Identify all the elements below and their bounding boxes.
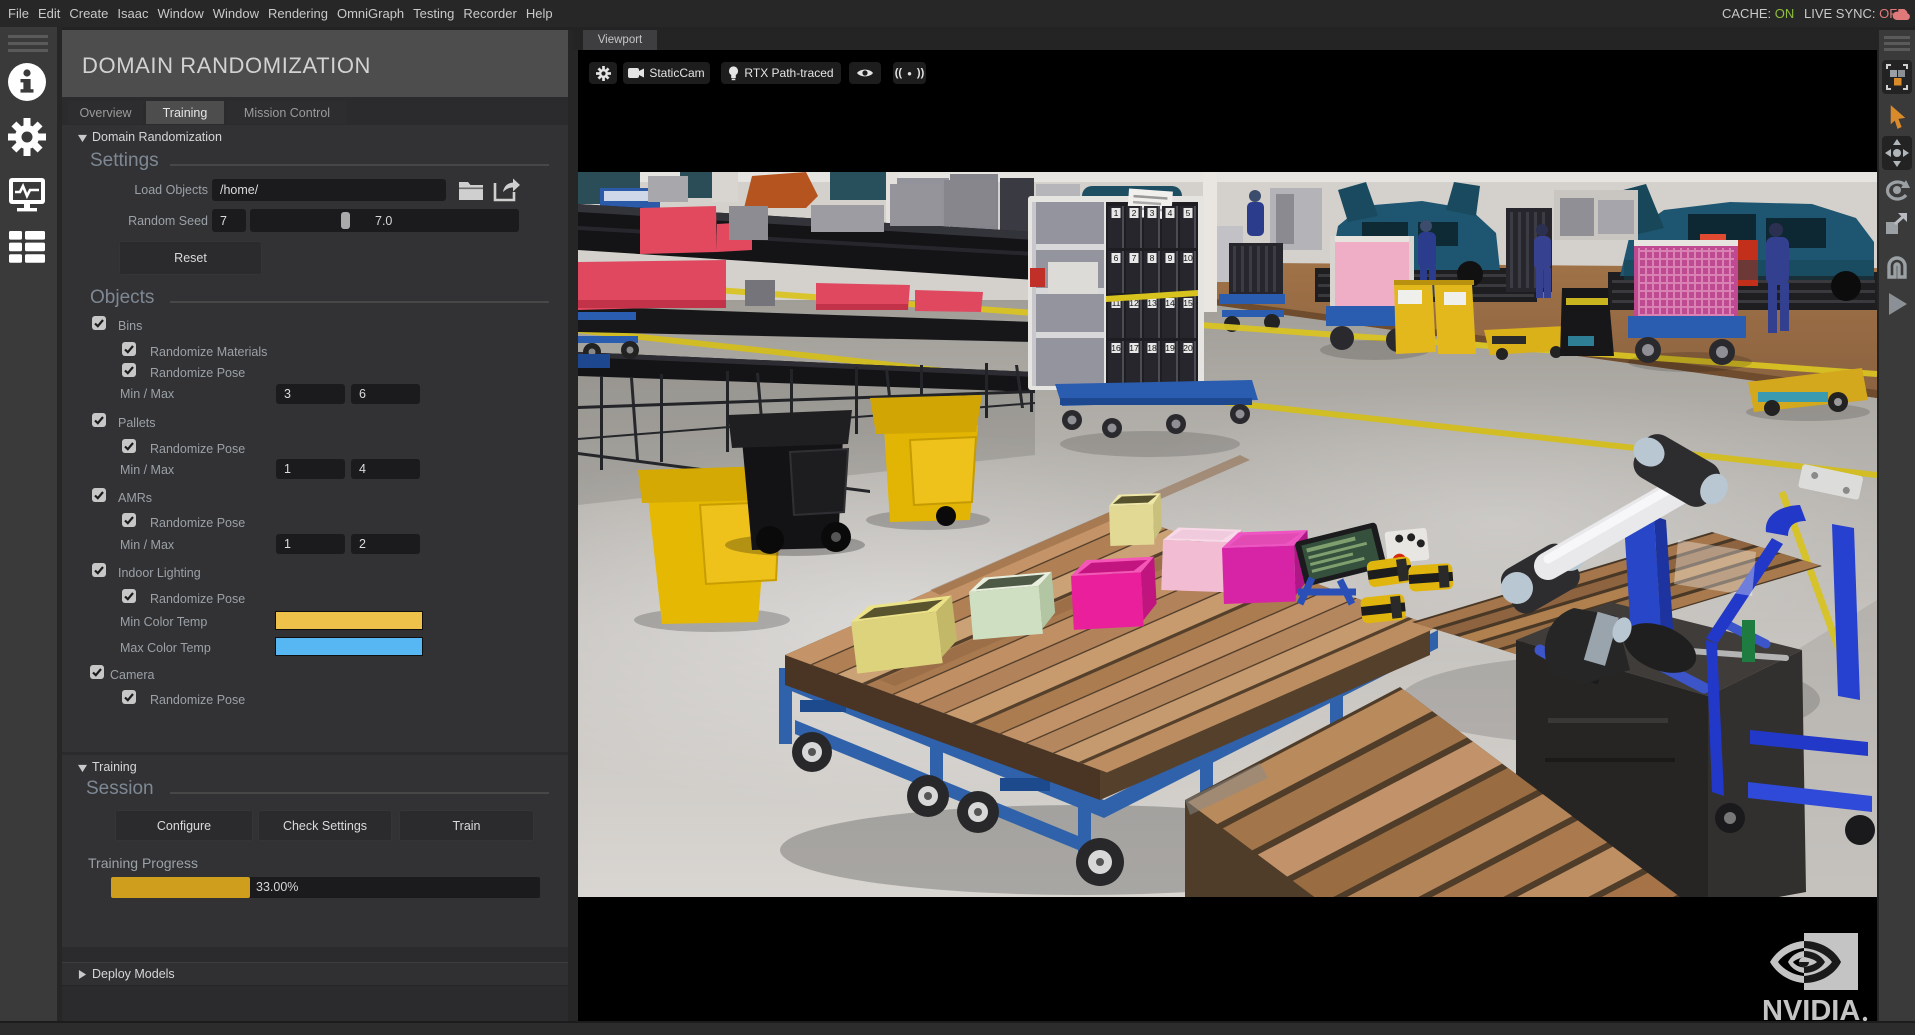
- svg-text:14: 14: [1165, 298, 1175, 308]
- svg-text:19: 19: [1165, 343, 1175, 353]
- svg-text:9: 9: [1168, 253, 1173, 263]
- svg-text:20: 20: [1183, 343, 1193, 353]
- svg-text:5: 5: [1186, 208, 1191, 218]
- svg-text:8: 8: [1150, 253, 1155, 263]
- svg-text:16: 16: [1111, 343, 1121, 353]
- svg-text:7: 7: [1132, 253, 1137, 263]
- svg-text:2: 2: [1132, 208, 1137, 218]
- svg-text:17: 17: [1129, 343, 1139, 353]
- svg-text:13: 13: [1147, 298, 1157, 308]
- svg-text:4: 4: [1168, 208, 1173, 218]
- svg-text:10: 10: [1183, 253, 1193, 263]
- svg-text:18: 18: [1147, 343, 1157, 353]
- svg-text:15: 15: [1183, 298, 1193, 308]
- svg-text:6: 6: [1114, 253, 1119, 263]
- svg-text:1: 1: [1114, 208, 1119, 218]
- svg-text:3: 3: [1150, 208, 1155, 218]
